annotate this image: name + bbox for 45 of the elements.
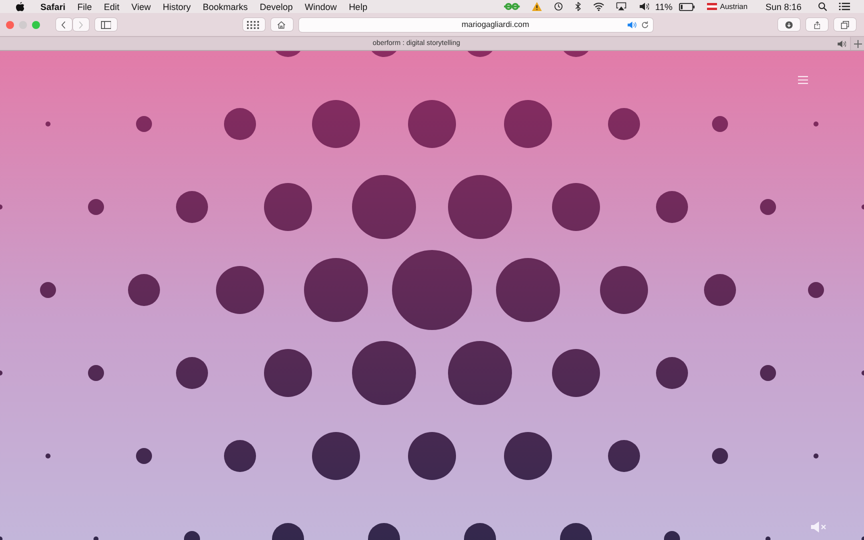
speaker-icon[interactable]: [627, 20, 636, 28]
new-tab-button[interactable]: [850, 37, 864, 50]
battery-icon[interactable]: [678, 2, 694, 10]
home-button[interactable]: [270, 18, 292, 31]
grid-icon: [246, 20, 260, 28]
tabs-icon: [841, 20, 849, 28]
menu-item[interactable]: Bookmarks: [202, 2, 248, 12]
bluetooth-icon[interactable]: [574, 2, 581, 11]
wifi-icon[interactable]: [592, 2, 604, 11]
downloads-button[interactable]: [778, 18, 800, 31]
app-menu[interactable]: Safari: [40, 2, 66, 12]
menu-item[interactable]: Edit: [104, 2, 120, 12]
share-icon: [814, 20, 820, 28]
search-icon[interactable]: [818, 2, 827, 11]
chevron-right-icon: [78, 20, 84, 28]
menu-item[interactable]: Window: [304, 2, 337, 12]
grid-button[interactable]: [242, 18, 264, 31]
menu-clock[interactable]: Sun 8:16: [766, 2, 802, 12]
clock-history-icon[interactable]: [554, 2, 563, 11]
airplay-icon[interactable]: [616, 2, 627, 11]
url-text: mariogagliardi.com: [462, 20, 530, 29]
download-icon: [785, 20, 793, 28]
chevron-left-icon: [61, 20, 67, 28]
sidebar-icon: [100, 20, 112, 28]
menu-item[interactable]: File: [77, 2, 92, 12]
warning-icon[interactable]: [532, 2, 542, 11]
reload-icon[interactable]: [640, 20, 648, 28]
menu-item[interactable]: Help: [348, 2, 368, 12]
sidebar-button[interactable]: [95, 18, 117, 31]
speaker-icon[interactable]: [836, 40, 846, 48]
address-bar[interactable]: mariogagliardi.com: [298, 18, 652, 32]
list-icon[interactable]: [838, 2, 850, 11]
menu-item[interactable]: History: [162, 2, 191, 12]
menu-item[interactable]: View: [131, 2, 151, 12]
back-button[interactable]: [56, 18, 72, 31]
home-icon: [277, 20, 286, 28]
tabs-button[interactable]: [834, 18, 856, 31]
menu-item[interactable]: Develop: [260, 2, 293, 12]
share-button[interactable]: [806, 18, 828, 31]
link-status-icon[interactable]: [504, 2, 520, 11]
battery-percent[interactable]: 11%: [655, 2, 672, 12]
volume-icon[interactable]: [638, 2, 650, 11]
apple-logo-icon[interactable]: [16, 2, 24, 12]
plus-icon: [854, 40, 862, 48]
flag-icon[interactable]: [706, 3, 717, 10]
